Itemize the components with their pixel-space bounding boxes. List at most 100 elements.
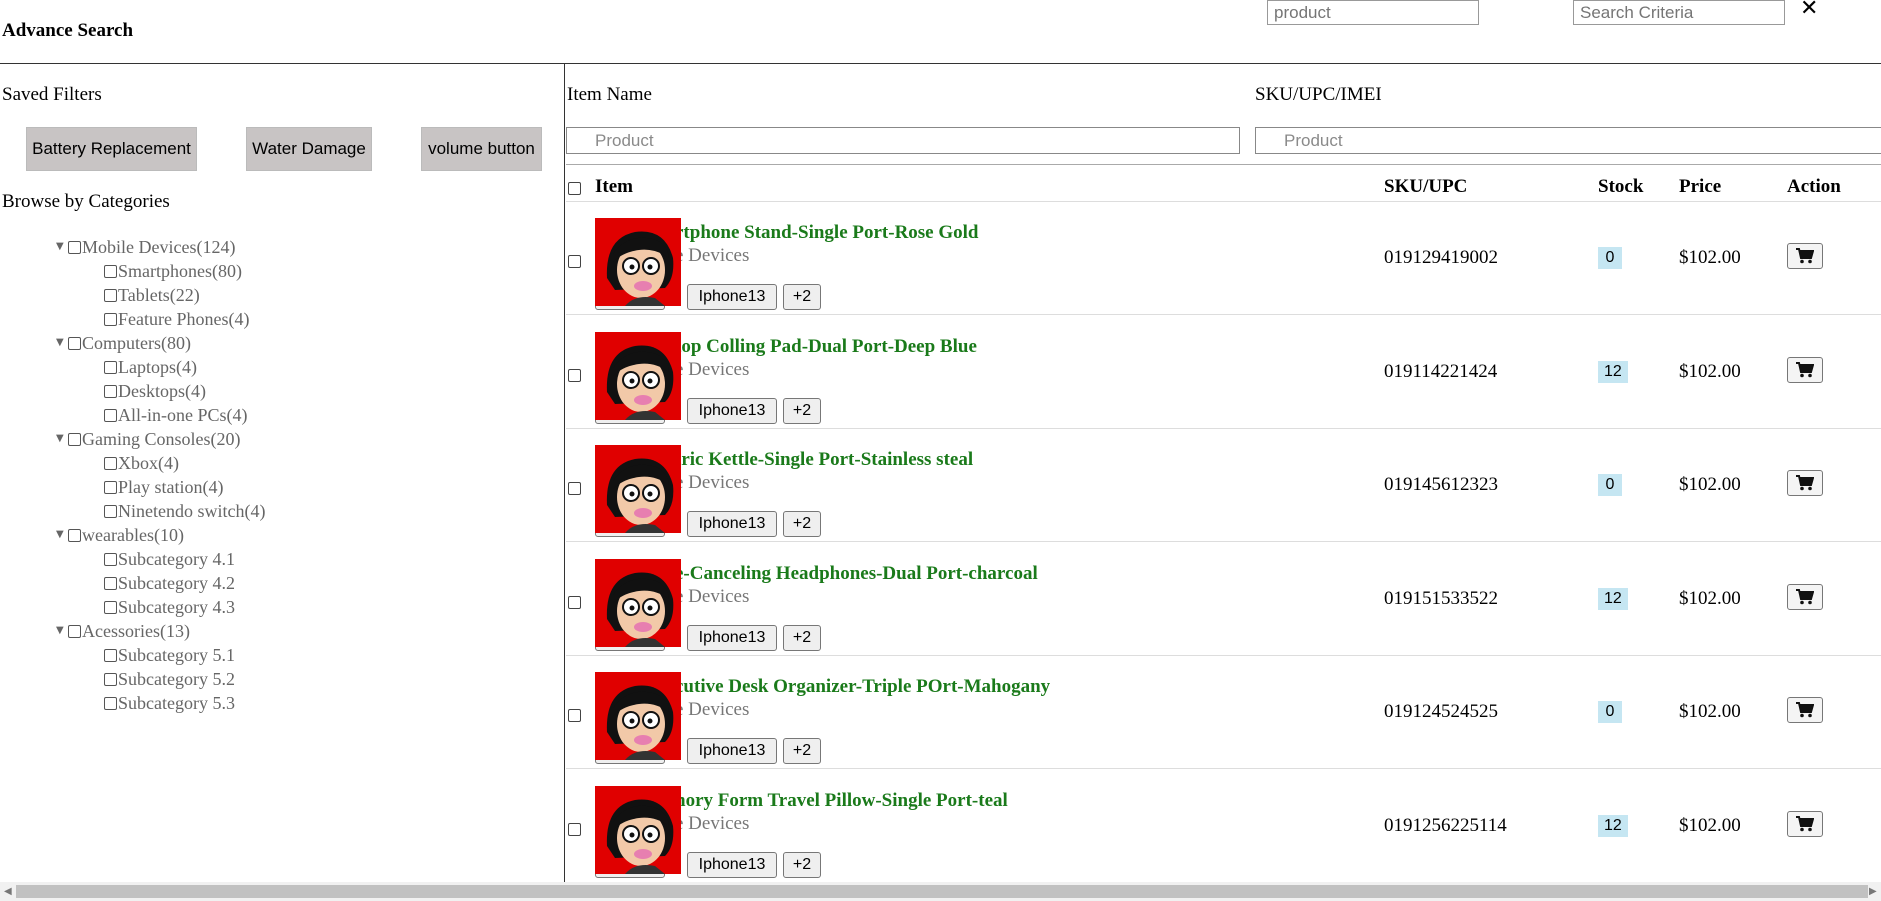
subcategory-label: Play station(4) bbox=[118, 477, 224, 497]
subcategory-checkbox[interactable] bbox=[104, 264, 117, 278]
category-checkbox[interactable] bbox=[68, 240, 81, 254]
saved-filter-chip[interactable]: volume button bbox=[421, 127, 542, 171]
product-search-input[interactable] bbox=[1267, 0, 1479, 25]
subcategory-item[interactable]: Subcategory 5.3 bbox=[0, 691, 560, 715]
caret-down-icon[interactable]: ▼ bbox=[56, 331, 68, 355]
subcategory-checkbox[interactable] bbox=[104, 696, 117, 710]
category-item[interactable]: ▼ Gaming Consoles(20) bbox=[0, 427, 560, 451]
saved-filter-chip[interactable]: Battery Replacement bbox=[26, 127, 197, 171]
tag-button[interactable]: Iphone13 bbox=[687, 397, 777, 424]
more-tags-button[interactable]: +2 bbox=[783, 851, 821, 878]
close-icon[interactable]: ✕ bbox=[1800, 0, 1818, 21]
subcategory-checkbox[interactable] bbox=[104, 312, 117, 326]
tag-button[interactable]: Iphone13 bbox=[687, 738, 777, 764]
category-item[interactable]: ▼ Acessories(13) bbox=[0, 619, 560, 643]
scrollbar-thumb[interactable] bbox=[16, 885, 1868, 898]
add-to-cart-button[interactable] bbox=[1787, 697, 1823, 723]
item-name[interactable]: rtphone Stand-Single Port-Rose Gold bbox=[675, 222, 979, 244]
subcategory-checkbox[interactable] bbox=[104, 552, 117, 566]
table-row[interactable]: cutive Desk Organizer-Triple POrt-Mahoga… bbox=[566, 655, 1881, 769]
more-tags-button[interactable]: +2 bbox=[783, 624, 821, 651]
category-checkbox[interactable] bbox=[68, 336, 81, 350]
more-tags-button[interactable]: +2 bbox=[783, 738, 821, 764]
subcategory-checkbox[interactable] bbox=[104, 504, 117, 518]
category-item[interactable]: ▼ Computers(80) bbox=[0, 331, 560, 355]
tag-button[interactable]: Iphone13 bbox=[687, 511, 777, 537]
item-name[interactable]: top Colling Pad-Dual Port-Deep Blue bbox=[675, 336, 977, 358]
caret-down-icon[interactable]: ▼ bbox=[56, 523, 68, 547]
saved-filter-chip[interactable]: Water Damage bbox=[246, 127, 372, 171]
row-checkbox[interactable] bbox=[568, 368, 581, 382]
category-checkbox[interactable] bbox=[68, 624, 81, 638]
more-tags-button[interactable]: +2 bbox=[783, 284, 821, 310]
subcategory-item[interactable]: Smartphones(80) bbox=[0, 259, 560, 283]
row-checkbox[interactable] bbox=[568, 822, 581, 836]
subcategory-checkbox[interactable] bbox=[104, 672, 117, 686]
item-name-input[interactable] bbox=[566, 127, 1240, 154]
category-item[interactable]: ▼ wearables(10) bbox=[0, 523, 560, 547]
item-name[interactable]: e-Canceling Headphones-Dual Port-charcoa… bbox=[675, 563, 1038, 585]
subcategory-label: Feature Phones(4) bbox=[118, 309, 250, 329]
category-item[interactable]: ▼ Mobile Devices(124) bbox=[0, 235, 560, 259]
subcategory-checkbox[interactable] bbox=[104, 408, 117, 422]
add-to-cart-button[interactable] bbox=[1787, 583, 1823, 610]
add-to-cart-button[interactable] bbox=[1787, 810, 1823, 837]
row-checkbox[interactable] bbox=[568, 482, 581, 495]
subcategory-item[interactable]: Play station(4) bbox=[0, 475, 560, 499]
subcategory-item[interactable]: Ninetendo switch(4) bbox=[0, 499, 560, 523]
search-criteria-input[interactable] bbox=[1573, 0, 1785, 25]
subcategory-checkbox[interactable] bbox=[104, 456, 117, 470]
table-row[interactable]: top Colling Pad-Dual Port-Deep Blue e Dev… bbox=[566, 315, 1881, 429]
column-header-price: Price bbox=[1679, 176, 1722, 197]
sku-input[interactable] bbox=[1255, 127, 1881, 154]
subcategory-checkbox[interactable] bbox=[104, 384, 117, 398]
table-row[interactable]: nory Form Travel Pillow-Single Port-teal… bbox=[566, 769, 1881, 882]
subcategory-checkbox[interactable] bbox=[104, 648, 117, 662]
caret-down-icon[interactable]: ▼ bbox=[56, 619, 68, 643]
subcategory-item[interactable]: Feature Phones(4) bbox=[0, 307, 560, 331]
item-name[interactable]: cutive Desk Organizer-Triple POrt-Mahoga… bbox=[675, 676, 1050, 698]
tag-button[interactable]: Iphone13 bbox=[687, 624, 777, 651]
item-name[interactable]: tric Kettle-Single Port-Stainless steal bbox=[675, 449, 973, 471]
subcategory-item[interactable]: Laptops(4) bbox=[0, 355, 560, 379]
product-thumbnail bbox=[595, 785, 681, 874]
caret-down-icon[interactable]: ▼ bbox=[56, 235, 68, 259]
row-checkbox[interactable] bbox=[568, 255, 581, 268]
category-checkbox[interactable] bbox=[68, 528, 81, 542]
select-all-checkbox[interactable] bbox=[568, 182, 581, 195]
item-name[interactable]: nory Form Travel Pillow-Single Port-teal bbox=[675, 790, 1008, 812]
subcategory-item[interactable]: All-in-one PCs(4) bbox=[0, 403, 560, 427]
scroll-right-icon[interactable]: ▶ bbox=[1869, 886, 1877, 897]
subcategory-item[interactable]: Subcategory 4.3 bbox=[0, 595, 560, 619]
price-value: $102.00 bbox=[1679, 360, 1741, 382]
subcategory-checkbox[interactable] bbox=[104, 576, 117, 590]
subcategory-item[interactable]: Subcategory 5.2 bbox=[0, 667, 560, 691]
add-to-cart-button[interactable] bbox=[1787, 470, 1823, 496]
more-tags-button[interactable]: +2 bbox=[783, 397, 821, 424]
tag-button[interactable]: Iphone13 bbox=[687, 284, 777, 310]
subcategory-item[interactable]: Tablets(22) bbox=[0, 283, 560, 307]
table-row[interactable]: e-Canceling Headphones-Dual Port-charcoa… bbox=[566, 542, 1881, 656]
subcategory-checkbox[interactable] bbox=[104, 360, 117, 374]
subcategory-item[interactable]: Subcategory 5.1 bbox=[0, 643, 560, 667]
category-checkbox[interactable] bbox=[68, 432, 81, 446]
scroll-left-icon[interactable]: ◀ bbox=[4, 886, 12, 897]
table-row[interactable]: rtphone Stand-Single Port-Rose Gold e Dev… bbox=[566, 201, 1881, 315]
subcategory-checkbox[interactable] bbox=[104, 480, 117, 494]
horizontal-scrollbar[interactable]: ◀ ▶ bbox=[0, 882, 1881, 901]
caret-down-icon[interactable]: ▼ bbox=[56, 427, 68, 451]
subcategory-item[interactable]: Subcategory 4.2 bbox=[0, 571, 560, 595]
subcategory-item[interactable]: Desktops(4) bbox=[0, 379, 560, 403]
add-to-cart-button[interactable] bbox=[1787, 356, 1823, 383]
subcategory-checkbox[interactable] bbox=[104, 600, 117, 614]
table-row[interactable]: tric Kettle-Single Port-Stainless steal e… bbox=[566, 428, 1881, 542]
row-checkbox[interactable] bbox=[568, 709, 581, 722]
subcategory-item[interactable]: Subcategory 4.1 bbox=[0, 547, 560, 571]
row-checkbox[interactable] bbox=[568, 595, 581, 609]
subcategory-item[interactable]: Xbox(4) bbox=[0, 451, 560, 475]
more-tags-button[interactable]: +2 bbox=[783, 511, 821, 537]
tag-button[interactable]: Iphone13 bbox=[687, 851, 777, 878]
subcategory-checkbox[interactable] bbox=[104, 288, 117, 302]
add-to-cart-button[interactable] bbox=[1787, 243, 1823, 269]
product-thumbnail bbox=[595, 558, 681, 647]
